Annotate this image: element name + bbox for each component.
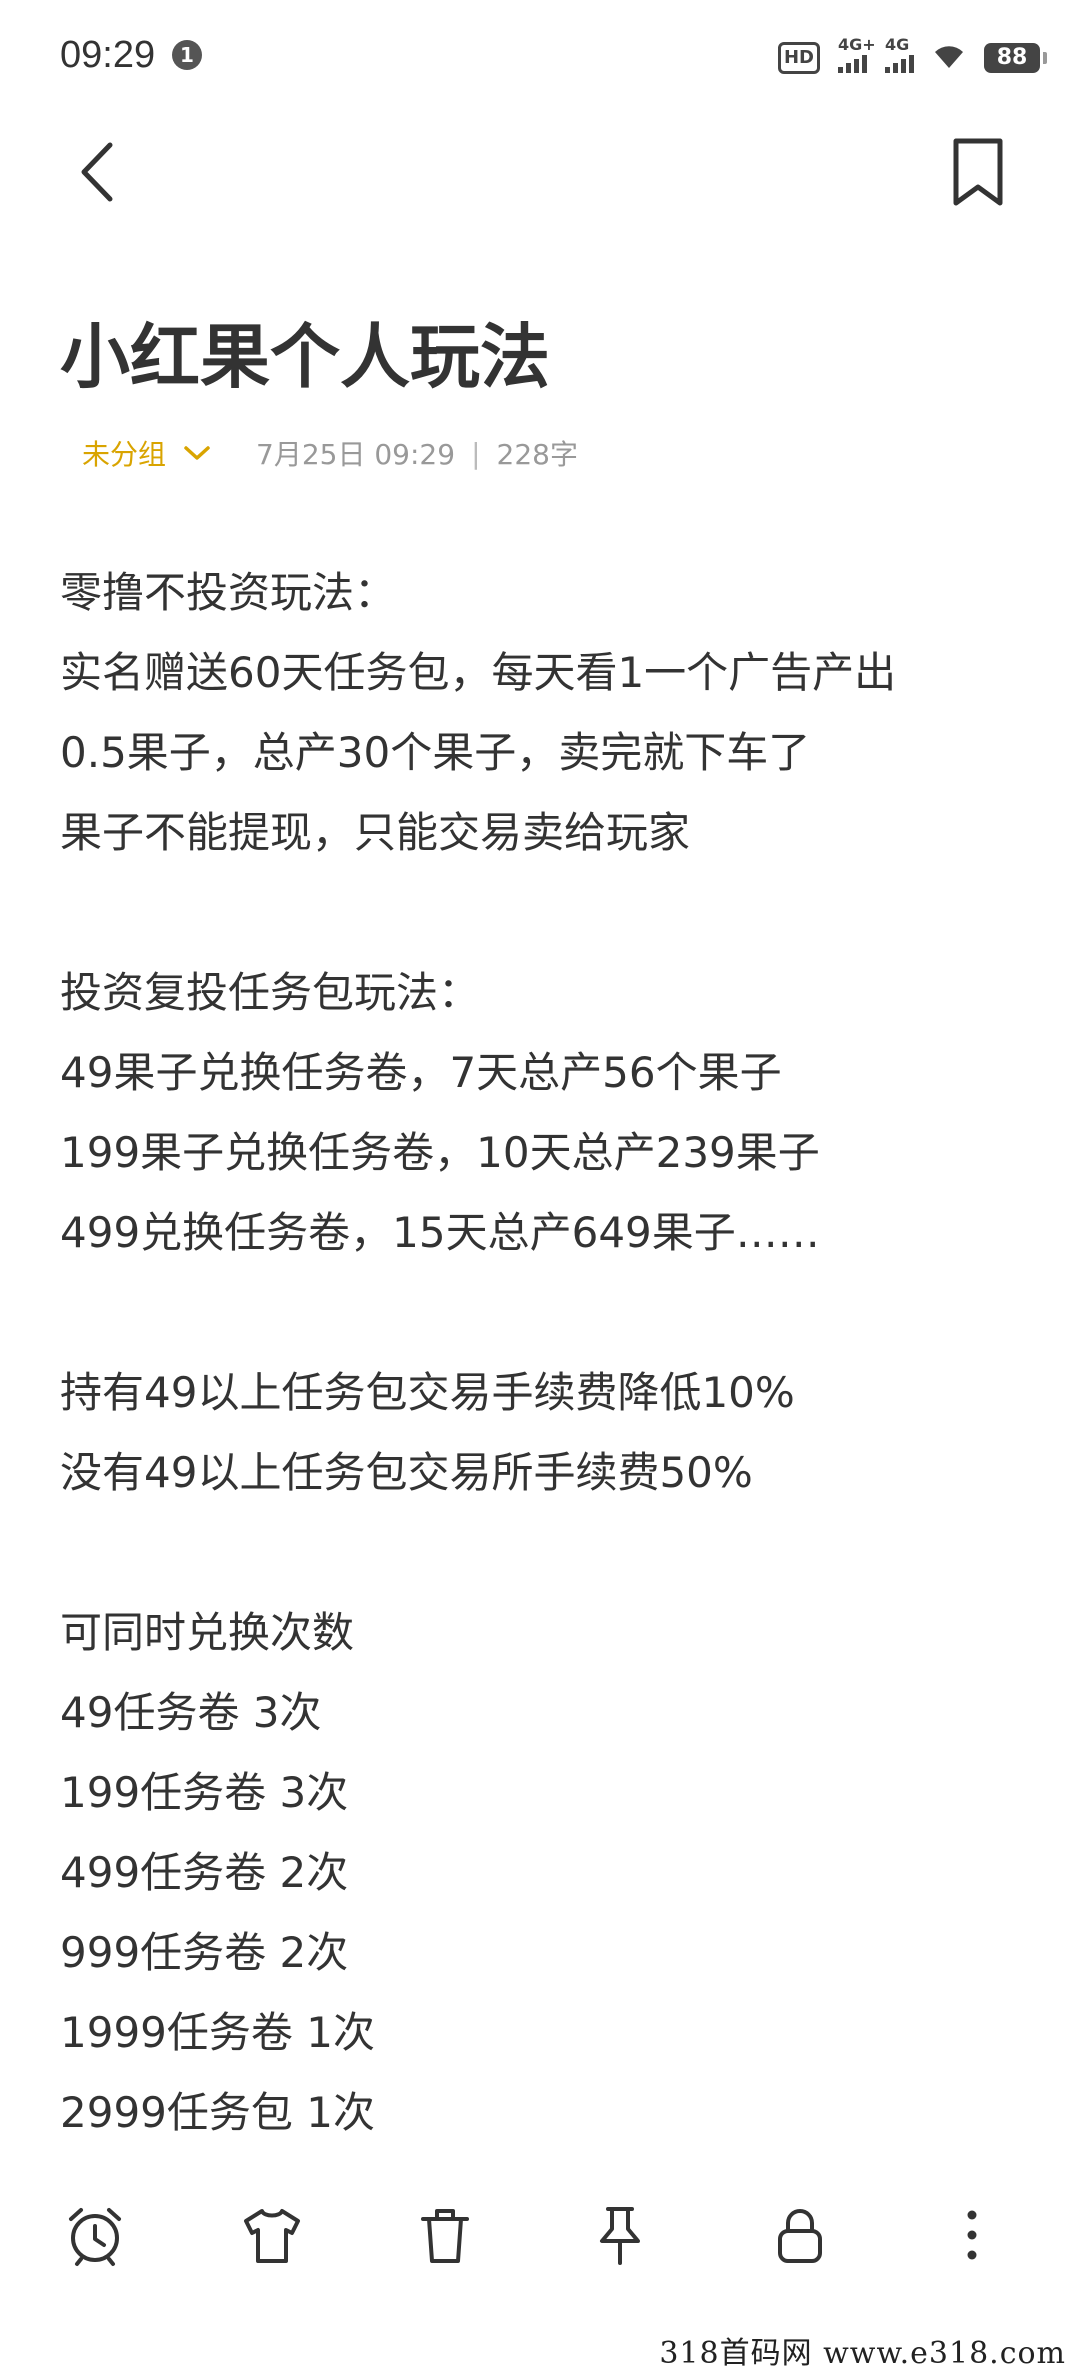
note-line: 1999任务卷 1次	[60, 2008, 375, 2057]
bottom-toolbar	[0, 2170, 1080, 2290]
lock-button[interactable]	[765, 2200, 835, 2270]
note-line: 没有49以上任务包交易所手续费50%	[60, 1448, 753, 1497]
signal-4gplus-icon: 4G+	[838, 35, 876, 73]
note-meta: 未分组 7月25日 09:29 | 228字	[60, 428, 578, 478]
note-line: 999任务卷 2次	[60, 1928, 349, 1977]
status-bar: 09:29 1 HD 4G+ 4G 88	[0, 0, 1080, 110]
note-line: 199任务卷 3次	[60, 1768, 349, 1817]
note-line: 499任务卷 2次	[60, 1848, 349, 1897]
status-time: 09:29	[60, 34, 156, 76]
reminder-button[interactable]	[60, 2200, 130, 2270]
top-bar	[0, 110, 1080, 230]
note-line: 可同时兑换次数	[60, 1608, 355, 1657]
chevron-left-icon	[81, 142, 113, 202]
note-line: 零撸不投资玩法：	[60, 568, 397, 617]
status-icons: HD 4G+ 4G 88	[777, 35, 1047, 78]
alarm-clock-icon	[69, 2208, 121, 2266]
note-line: 49果子兑换任务卷，7天总产56个果子	[60, 1048, 782, 1097]
back-button[interactable]	[70, 137, 130, 207]
hd-icon: HD	[777, 42, 820, 74]
pin-icon	[600, 2207, 640, 2265]
word-count: 228字	[496, 438, 578, 471]
note-line: 49任务卷 3次	[60, 1688, 322, 1737]
note-line: 投资复投任务包玩法：	[60, 968, 481, 1017]
note-date: 7月25日 09:29	[256, 438, 456, 471]
pin-button[interactable]	[585, 2200, 655, 2270]
battery-icon: 88	[984, 43, 1047, 73]
bookmark-icon	[953, 138, 1003, 206]
group-selector[interactable]: 未分组	[60, 428, 234, 478]
wifi-icon	[932, 42, 966, 74]
more-vertical-icon	[967, 2210, 977, 2260]
note-line: 持有49以上任务包交易手续费降低10%	[60, 1368, 795, 1417]
delete-button[interactable]	[410, 2200, 480, 2270]
note-body[interactable]: 零撸不投资玩法： 实名赠送60天任务包，每天看1一个广告产出 0.5果子，总产30个…	[60, 553, 1040, 2153]
note-title[interactable]: 小红果个人玩法	[60, 315, 550, 399]
skin-button[interactable]	[237, 2200, 307, 2270]
note-line: 果子不能提现，只能交易卖给玩家	[60, 808, 691, 857]
note-line: 2999任务包 1次	[60, 2088, 375, 2137]
watermark: 318首码网 www.e318.com	[653, 2328, 1072, 2372]
notification-badge: 1	[172, 40, 202, 70]
more-button[interactable]	[937, 2200, 1007, 2270]
chevron-down-icon	[184, 446, 210, 460]
lock-icon	[778, 2209, 822, 2263]
trash-icon	[421, 2209, 469, 2263]
note-line: 499兑换任务卷，15天总产649果子……	[60, 1208, 820, 1257]
bookmark-button[interactable]	[948, 135, 1008, 210]
note-line: 199果子兑换任务卷，10天总产239果子	[60, 1128, 820, 1177]
note-line: 0.5果子，总产30个果子，卖完就下车了	[60, 728, 811, 777]
group-label: 未分组	[82, 438, 167, 471]
signal-4g-icon: 4G	[885, 35, 914, 73]
tshirt-icon	[244, 2209, 300, 2263]
meta-separator: |	[471, 436, 481, 470]
note-line: 实名赠送60天任务包，每天看1一个广告产出	[60, 648, 897, 697]
